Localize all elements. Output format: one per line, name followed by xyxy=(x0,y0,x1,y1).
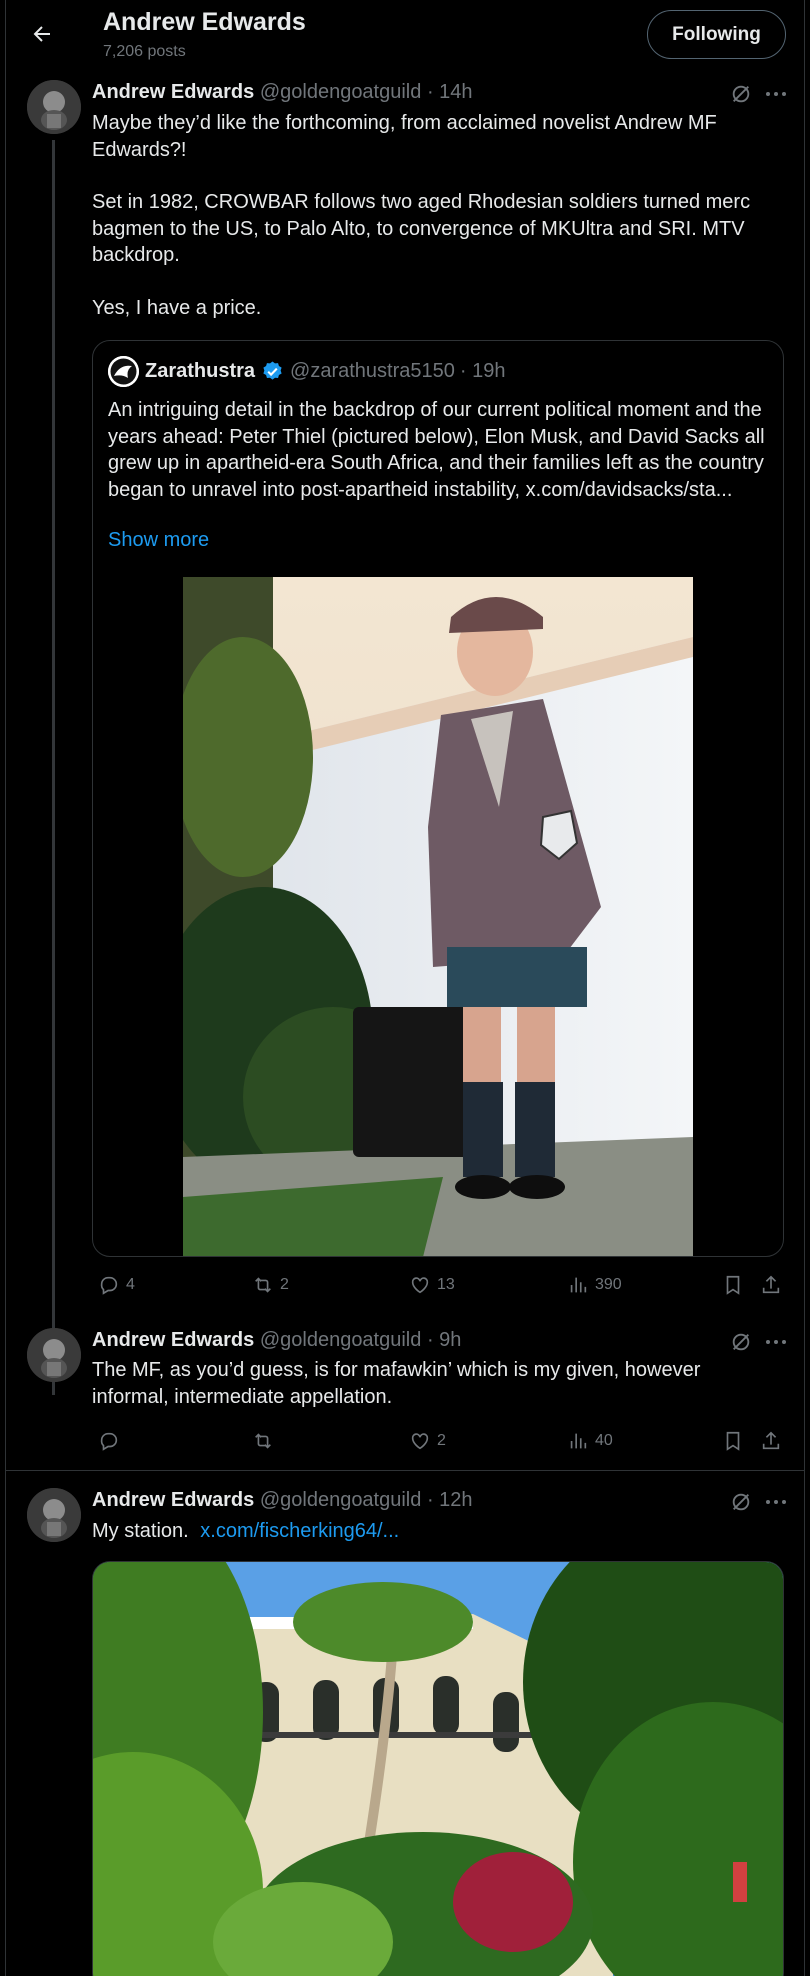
bookmark-icon xyxy=(726,1431,740,1451)
quote-author: Zarathustra @zarathustra5150 · 19h xyxy=(145,360,505,383)
post-author: Andrew Edwards @goldengoatguild · 12h xyxy=(92,1489,473,1512)
share-button[interactable] xyxy=(760,1270,788,1300)
reply-icon xyxy=(100,1276,118,1295)
share-icon xyxy=(762,1431,780,1450)
post-text: The MF, as you’d guess, is for mafawkin’… xyxy=(92,1359,701,1408)
quote-text: An intriguing detail in the backdrop of … xyxy=(108,399,765,501)
post-body: My station. xyxy=(92,1520,189,1542)
post-paragraph: Set in 1982, CROWBAR follows two aged Rh… xyxy=(92,191,751,266)
author-handle[interactable]: @goldengoatguild xyxy=(260,1329,422,1351)
grok-icon[interactable] xyxy=(730,1331,752,1353)
repost-count: 2 xyxy=(280,1276,289,1293)
heart-icon xyxy=(411,1277,429,1294)
view-count: 40 xyxy=(595,1432,613,1449)
post-time[interactable]: · 12h xyxy=(427,1489,473,1511)
profile-header: Andrew Edwards 7,206 posts Following xyxy=(6,0,804,70)
quoted-post[interactable]: Zarathustra @zarathustra5150 · 19h An in… xyxy=(92,340,784,1257)
reply-count: 4 xyxy=(126,1276,135,1293)
repost-icon xyxy=(255,1277,271,1293)
bookmark-icon xyxy=(726,1275,740,1295)
verified-badge-icon xyxy=(263,361,282,380)
views-button[interactable]: 390 xyxy=(567,1270,622,1300)
like-button[interactable]: 13 xyxy=(409,1270,455,1300)
post-text: My station. x.com/fischerking64/... xyxy=(92,1518,782,1545)
more-options-button[interactable] xyxy=(763,83,789,105)
post-photo[interactable] xyxy=(92,1561,784,1976)
back-button[interactable] xyxy=(24,16,60,52)
quote-author-name[interactable]: Zarathustra xyxy=(145,360,255,383)
repost-icon xyxy=(255,1433,271,1449)
bookmark-button[interactable] xyxy=(722,1426,750,1456)
arrow-left-icon xyxy=(33,26,50,42)
views-icon xyxy=(570,1277,587,1293)
post-3[interactable]: Andrew Edwards @goldengoatguild · 12h My… xyxy=(6,1471,804,1976)
post-count: 7,206 posts xyxy=(103,43,186,60)
share-icon xyxy=(762,1275,780,1294)
profile-name: Andrew Edwards xyxy=(103,8,306,36)
avatar[interactable] xyxy=(27,1488,81,1542)
author-name[interactable]: Andrew Edwards xyxy=(92,81,254,103)
post-time[interactable]: · 14h xyxy=(427,81,473,103)
more-options-button[interactable] xyxy=(763,1331,789,1353)
post-1[interactable]: Andrew Edwards @goldengoatguild · 14h Ma… xyxy=(6,70,804,1395)
reply-icon xyxy=(100,1432,118,1451)
repost-button[interactable] xyxy=(252,1426,280,1456)
quote-handle[interactable]: @zarathustra5150 xyxy=(290,360,455,383)
post-actions: 2 40 xyxy=(92,1426,790,1456)
avatar[interactable] xyxy=(27,1328,81,1382)
post-link[interactable]: x.com/fischerking64/... xyxy=(200,1520,399,1542)
more-options-button[interactable] xyxy=(763,1491,789,1513)
following-button[interactable]: Following xyxy=(647,10,786,59)
more-horizontal-icon xyxy=(766,92,786,96)
show-more-link[interactable]: Show more xyxy=(108,529,209,552)
repost-button[interactable]: 2 xyxy=(252,1270,289,1300)
more-horizontal-icon xyxy=(766,1500,786,1504)
author-name[interactable]: Andrew Edwards xyxy=(92,1489,254,1511)
post-time[interactable]: · 9h xyxy=(427,1329,461,1351)
like-button[interactable]: 2 xyxy=(409,1426,446,1456)
views-icon xyxy=(570,1433,587,1449)
reply-button[interactable] xyxy=(98,1426,126,1456)
author-name[interactable]: Andrew Edwards xyxy=(92,1329,254,1351)
views-button[interactable]: 40 xyxy=(567,1426,613,1456)
author-handle[interactable]: @goldengoatguild xyxy=(260,1489,422,1511)
more-horizontal-icon xyxy=(766,1340,786,1344)
quote-photo[interactable] xyxy=(183,577,693,1256)
reply-button[interactable]: 4 xyxy=(98,1270,135,1300)
post-author: Andrew Edwards @goldengoatguild · 9h xyxy=(92,1329,461,1352)
grok-icon[interactable] xyxy=(730,83,752,105)
share-button[interactable] xyxy=(760,1426,788,1456)
post-author: Andrew Edwards @goldengoatguild · 14h xyxy=(92,81,473,104)
quote-time[interactable]: · 19h xyxy=(460,360,506,383)
like-count: 2 xyxy=(437,1432,446,1449)
bookmark-button[interactable] xyxy=(722,1270,750,1300)
avatar[interactable] xyxy=(27,80,81,134)
quote-avatar[interactable] xyxy=(108,356,139,387)
thread-line xyxy=(52,140,55,1395)
author-handle[interactable]: @goldengoatguild xyxy=(260,81,422,103)
timeline-column: Andrew Edwards 7,206 posts Following And… xyxy=(5,0,805,1976)
post-paragraph: Maybe they’d like the forthcoming, from … xyxy=(92,112,717,161)
post-text: Maybe they’d like the forthcoming, from … xyxy=(92,110,782,321)
post-2[interactable]: Andrew Edwards @goldengoatguild · 9h The… xyxy=(6,1310,804,1470)
heart-icon xyxy=(411,1433,429,1450)
like-count: 13 xyxy=(437,1276,455,1293)
grok-icon[interactable] xyxy=(730,1491,752,1513)
view-count: 390 xyxy=(595,1276,622,1293)
post-actions: 4 2 13 390 xyxy=(92,1270,790,1300)
post-paragraph: Yes, I have a price. xyxy=(92,296,262,319)
